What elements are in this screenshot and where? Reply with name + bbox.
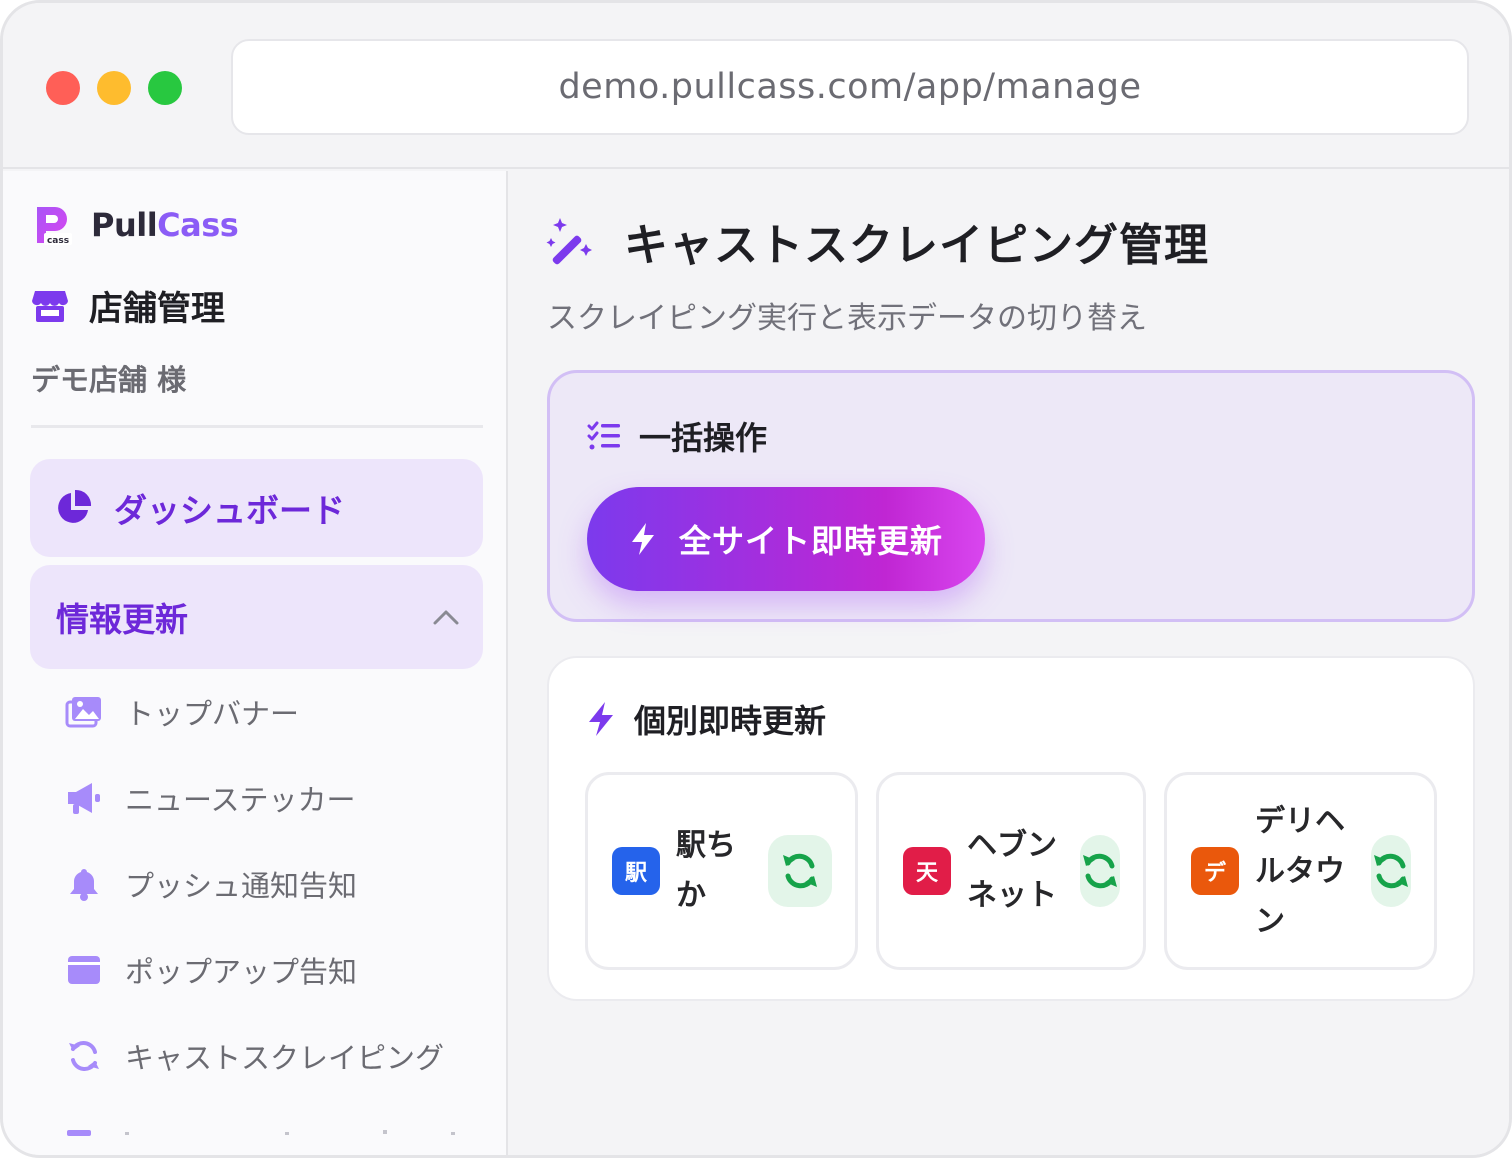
- images-icon: [65, 697, 101, 728]
- logo-text-pull: Pull: [91, 206, 158, 244]
- site-name-line: デリヘ: [1255, 804, 1345, 839]
- store-name: デモ店舗 様: [31, 363, 187, 397]
- sidebar-item-info-update[interactable]: 情報更新: [30, 565, 483, 669]
- site-badge: 駅: [612, 847, 660, 895]
- refresh-all-sites-button[interactable]: 全サイト即時更新: [587, 487, 985, 591]
- refresh-icon: [783, 853, 817, 889]
- list-check-icon: [587, 421, 620, 450]
- subnav-label: キャストスクレイピング: [125, 1041, 445, 1075]
- site-badge: 天: [903, 847, 951, 895]
- chevron-up-icon: [433, 610, 459, 625]
- window-icon: [68, 956, 100, 984]
- logo-mark-text: cass: [47, 236, 69, 246]
- site-card-ekichika: 駅 駅ち か: [585, 772, 858, 970]
- store-icon: [32, 290, 68, 322]
- subnav-label: プッシュ通知告知: [125, 869, 358, 903]
- subnav-label: トップバナー: [125, 697, 300, 731]
- page-title-text: キャストスクレイピング管理: [624, 220, 1209, 271]
- refresh-icon: [1374, 853, 1408, 889]
- site-name-line: ルタウ: [1255, 854, 1345, 889]
- logo-text-cass: Cass: [157, 206, 239, 244]
- store-management-heading: 店舗管理: [31, 281, 225, 330]
- subnav-label: ニューステッカー: [125, 783, 356, 817]
- site-name: デリヘ ルタウ ン: [1255, 797, 1345, 947]
- bulk-operation-heading-text: 一括操作: [639, 419, 768, 457]
- individual-refresh-heading-text: 個別即時更新: [634, 702, 827, 740]
- subnav-item-top-banner[interactable]: トップバナー: [65, 691, 299, 733]
- sidebar-divider: [31, 425, 483, 428]
- bell-icon: [70, 869, 98, 901]
- browser-window: demo.pullcass.com/app/manage cass PullCa…: [0, 0, 1512, 1158]
- megaphone-icon: [68, 783, 100, 814]
- minimize-window-button[interactable]: [97, 71, 131, 105]
- bolt-icon: [589, 702, 613, 736]
- url-text: demo.pullcass.com/app/manage: [558, 67, 1142, 107]
- address-bar[interactable]: demo.pullcass.com/app/manage: [231, 39, 1469, 135]
- site-name-line: ネット: [967, 878, 1057, 913]
- site-refresh-button[interactable]: [1371, 835, 1411, 907]
- refresh-all-sites-label: 全サイト即時更新: [679, 522, 944, 560]
- site-name-line: ン: [1255, 904, 1285, 939]
- logo-wordmark: PullCass: [91, 206, 239, 244]
- site-badge: デ: [1191, 847, 1239, 895]
- subnav-item-popup-notice[interactable]: ポップアップ告知: [65, 949, 357, 991]
- page-title: キャストスクレイピング管理: [546, 209, 1209, 273]
- site-refresh-button[interactable]: [1080, 835, 1120, 907]
- subnav-item-push-notification[interactable]: プッシュ通知告知: [65, 863, 357, 905]
- sidebar: cass PullCass 店舗管理 デモ店舗 様 ダッシュボード 情報更新 ト…: [3, 171, 508, 1155]
- bulk-operation-card: 一括操作 全サイト即時更新: [547, 370, 1475, 622]
- individual-refresh-heading: 個別即時更新: [586, 696, 826, 742]
- pullcass-logo-icon: cass: [37, 207, 72, 246]
- site-name: ヘブン ネット: [967, 821, 1057, 921]
- site-refresh-button[interactable]: [768, 835, 832, 907]
- browser-chrome: demo.pullcass.com/app/manage: [3, 3, 1509, 169]
- individual-refresh-card: 個別即時更新 駅 駅ち か 天 ヘブン ネット デ デリヘ ルタウ ン: [547, 656, 1475, 1001]
- site-name: 駅ち か: [676, 821, 736, 921]
- partially-hidden-nav-item: [67, 1130, 455, 1136]
- subnav-item-news-sticker[interactable]: ニューステッカー: [65, 777, 356, 819]
- magic-wand-icon: [546, 218, 592, 265]
- pie-chart-icon: [58, 489, 92, 523]
- site-name-line: 駅ち: [676, 828, 736, 863]
- sidebar-item-dashboard[interactable]: ダッシュボード: [30, 459, 483, 557]
- refresh-icon: [1083, 853, 1117, 889]
- sidebar-item-label: 情報更新: [56, 600, 188, 639]
- subnav-label: ポップアップ告知: [125, 955, 358, 989]
- main-content: キャストスクレイピング管理 スクレイピング実行と表示データの切り替え 一括操作: [510, 171, 1509, 1155]
- maximize-window-button[interactable]: [148, 71, 182, 105]
- sidebar-item-label: ダッシュボード: [114, 491, 345, 530]
- bolt-icon: [632, 523, 654, 555]
- page-subtitle: スクレイピング実行と表示データの切り替え: [547, 301, 1147, 336]
- site-card-heavennet: 天 ヘブン ネット: [876, 772, 1146, 970]
- sync-icon: [69, 1041, 99, 1071]
- site-name-line: か: [676, 878, 706, 913]
- app-logo[interactable]: cass PullCass: [33, 203, 239, 247]
- site-name-line: ヘブン: [967, 828, 1057, 863]
- store-management-label: 店舗管理: [89, 289, 225, 329]
- close-window-button[interactable]: [46, 71, 80, 105]
- site-card-deritown: デ デリヘ ルタウ ン: [1164, 772, 1437, 970]
- bulk-operation-heading: 一括操作: [587, 413, 767, 459]
- subnav-item-cast-scraping[interactable]: キャストスクレイピング: [65, 1035, 444, 1077]
